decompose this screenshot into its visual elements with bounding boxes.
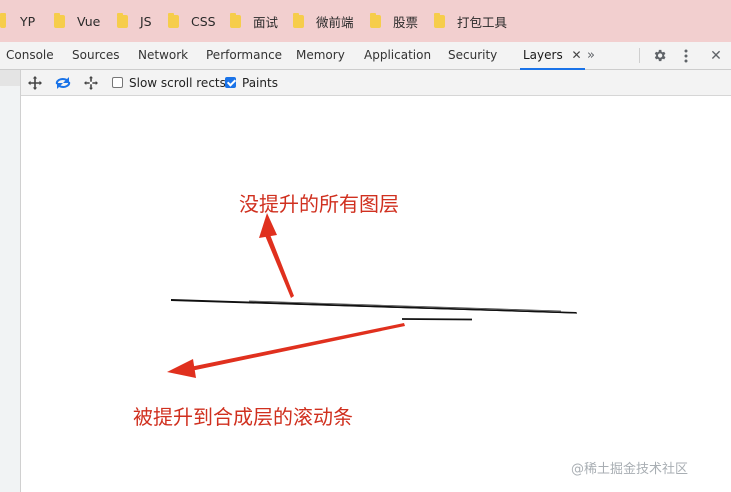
devtools-tab-bar: Console Sources Network Performance Memo… (0, 42, 731, 70)
kebab-menu-icon[interactable] (679, 42, 693, 69)
bookmark-label: CSS (191, 13, 216, 29)
panel-header (0, 70, 20, 86)
slow-scroll-rects-label: Slow scroll rects (129, 75, 226, 90)
tab-sources[interactable]: Sources (72, 42, 119, 69)
tab-layers[interactable]: Layers ✕ (520, 42, 585, 70)
layers-toolbar: Slow scroll rects Paints (21, 70, 731, 96)
bookmark-bundlers[interactable]: 打包工具 (434, 0, 507, 42)
layers-tree-panel (0, 70, 21, 492)
annotation-unpromoted-layers: 没提升的所有图层 (239, 192, 399, 216)
tab-layers-label: Layers (523, 48, 563, 62)
folder-icon (370, 12, 381, 28)
bookmark-label: 微前端 (316, 14, 354, 30)
bookmark-interview[interactable]: 面试 (230, 0, 278, 42)
gear-icon[interactable] (650, 42, 668, 69)
paints-checkbox[interactable]: Paints (225, 70, 278, 95)
close-tab-icon[interactable]: ✕ (572, 48, 582, 62)
layer-planes (170, 299, 578, 321)
arrow-down-left (167, 323, 405, 378)
bookmark-label: JS (140, 13, 152, 29)
tab-network[interactable]: Network (138, 42, 188, 69)
tab-console[interactable]: Console (6, 42, 54, 69)
tab-application[interactable]: Application (364, 42, 431, 69)
layers-drawing (167, 213, 578, 378)
folder-icon (434, 12, 445, 28)
paints-label: Paints (242, 75, 278, 90)
bookmark-stocks[interactable]: 股票 (370, 0, 418, 42)
watermark: @稀土掘金技术社区 (571, 462, 689, 477)
layers-3d-view[interactable]: 没提升的所有图层 被提升到合成层的滚动条 @稀土掘金技术社区 (21, 96, 731, 492)
bookmark-micro-frontend[interactable]: 微前端 (293, 0, 354, 42)
bookmarks-bar: YP Vue JS CSS 面试 微前端 股票 打包工具 (0, 0, 731, 43)
inner-layer-edge (248, 300, 562, 312)
close-devtools-icon[interactable]: ✕ (708, 42, 724, 69)
folder-icon (0, 12, 6, 28)
checkbox-box-checked (225, 77, 236, 88)
tab-security[interactable]: Security (448, 42, 497, 69)
folder-icon (54, 12, 65, 28)
tab-performance[interactable]: Performance (206, 42, 282, 69)
folder-icon (230, 12, 241, 28)
bookmark-label: 面试 (253, 14, 279, 30)
slow-scroll-rects-checkbox[interactable]: Slow scroll rects (112, 70, 226, 95)
bookmark-label: 打包工具 (457, 14, 508, 30)
folder-icon (168, 12, 179, 28)
folder-icon (117, 12, 128, 28)
arrow-up (259, 213, 294, 298)
more-tabs-icon[interactable]: » (583, 42, 599, 69)
bookmark-vue[interactable]: Vue (54, 0, 100, 42)
toolbar-divider (639, 48, 640, 63)
pan-mode-icon[interactable] (27, 70, 43, 95)
bookmark-yp[interactable]: YP (0, 0, 35, 42)
rotate-mode-icon[interactable] (54, 70, 72, 95)
bookmark-css[interactable]: CSS (168, 0, 216, 42)
scrollbar-layer (401, 318, 473, 321)
reset-transform-icon[interactable] (83, 70, 99, 95)
annotation-promoted-scrollbar: 被提升到合成层的滚动条 (133, 405, 353, 429)
checkbox-box (112, 77, 123, 88)
tab-memory[interactable]: Memory (296, 42, 345, 69)
bookmark-label: YP (20, 13, 36, 29)
bookmark-js[interactable]: JS (117, 0, 152, 42)
folder-icon (293, 12, 304, 28)
main-layer-edge (170, 299, 578, 314)
bookmark-label: Vue (77, 13, 101, 29)
bookmark-label: 股票 (393, 14, 419, 30)
